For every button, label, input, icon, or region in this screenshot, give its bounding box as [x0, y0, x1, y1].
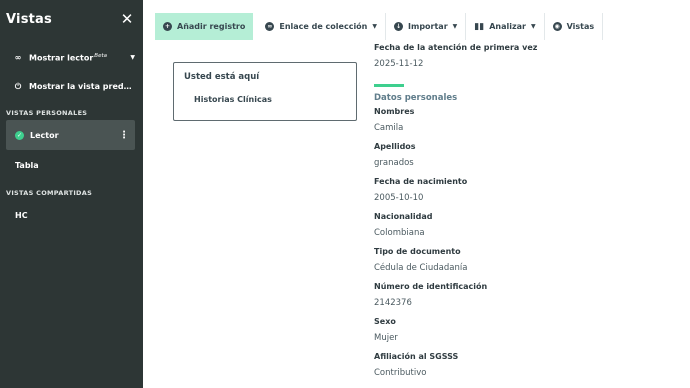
sidebar-header: Vistas ✕ — [0, 0, 143, 38]
collection-link-button[interactable]: ∞ Enlace de colección ▼ — [257, 13, 386, 40]
view-item-label: HC — [15, 210, 28, 220]
field-label: Tipo de documento — [374, 247, 461, 256]
field-label: Número de identificación — [374, 282, 488, 291]
import-button[interactable]: ↓ Importar ▼ — [386, 13, 467, 40]
more-options-icon[interactable]: ⋮ — [119, 130, 129, 141]
field-value: Camila — [374, 123, 404, 133]
breadcrumb-title: Usted está aquí — [184, 72, 260, 82]
link-icon: ∞ — [265, 22, 275, 31]
analyze-label: Analizar — [489, 22, 526, 31]
view-item-hc[interactable]: HC — [0, 200, 143, 230]
add-record-button[interactable]: + Añadir registro — [155, 13, 254, 40]
chevron-down-icon: ▼ — [130, 54, 135, 61]
collection-link-label: Enlace de colección — [279, 22, 368, 31]
field-value: Contributivo — [374, 368, 427, 378]
field-value: 2025-11-12 — [374, 59, 424, 69]
check-circle-icon: ✓ — [15, 130, 24, 140]
show-reader-label: Mostrar lector — [29, 53, 94, 63]
plus-icon: + — [163, 22, 172, 31]
view-item-lector[interactable]: ✓ Lector ⋮ — [6, 120, 135, 150]
section-accent-bar — [374, 84, 404, 87]
infinity-icon: ∞ — [14, 53, 22, 62]
views-label: Vistas — [566, 22, 595, 31]
chevron-down-icon: ▼ — [372, 23, 377, 30]
chevron-down-icon: ▼ — [530, 23, 536, 30]
field-value: 2142376 — [374, 298, 412, 308]
chevron-down-icon: ▼ — [452, 23, 458, 30]
add-record-label: Añadir registro — [177, 22, 246, 31]
field-value: 2005-10-10 — [374, 193, 424, 203]
breadcrumb-item[interactable]: Historias Clínicas — [194, 95, 272, 104]
field-value: granados — [374, 158, 414, 168]
import-icon: ↓ — [394, 22, 403, 31]
beta-badge: Beta — [94, 52, 107, 59]
eye-icon: ◉ — [552, 22, 562, 31]
view-item-label: Lector — [30, 130, 59, 140]
view-item-label: Tabla — [15, 160, 39, 170]
field-value: Mujer — [374, 333, 398, 343]
record-detail: Fecha de la atención de primera vez 2025… — [374, 41, 674, 385]
show-default-view-button[interactable]: ⏻ Mostrar la vista predeterminada — [0, 72, 143, 101]
shared-views-heading: VISTAS COMPARTIDAS — [6, 189, 93, 197]
toolbar: + Añadir registro ∞ Enlace de colección … — [155, 13, 604, 40]
power-icon: ⏻ — [14, 81, 22, 91]
views-sidebar: Vistas ✕ ∞ Mostrar lectorBeta ▼ ⏻ Mostra… — [0, 0, 143, 388]
view-item-tabla[interactable]: Tabla — [0, 150, 143, 180]
import-label: Importar — [408, 22, 448, 31]
field-label: Nombres — [374, 107, 415, 116]
field-label: Fecha de nacimiento — [374, 177, 468, 186]
field-value: Colombiana — [374, 228, 425, 238]
section-title: Datos personales — [374, 93, 458, 103]
bar-chart-icon: ▮▮ — [474, 21, 485, 32]
field-label: Fecha de la atención de primera vez — [374, 43, 538, 52]
analyze-button[interactable]: ▮▮ Analizar ▼ — [466, 13, 545, 40]
breadcrumb: Usted está aquí Historias Clínicas — [173, 62, 357, 121]
field-label: Afiliación al SGSSS — [374, 352, 459, 361]
show-default-view-label: Mostrar la vista predeterminada — [29, 82, 135, 91]
show-reader-button[interactable]: ∞ Mostrar lectorBeta ▼ — [0, 43, 143, 72]
views-button[interactable]: ◉ Vistas — [545, 13, 604, 40]
field-label: Apellidos — [374, 142, 416, 151]
personal-views-heading: VISTAS PERSONALES — [6, 109, 88, 117]
field-label: Sexo — [374, 317, 396, 326]
field-value: Cédula de Ciudadanía — [374, 263, 468, 273]
close-icon[interactable]: ✕ — [119, 10, 135, 28]
field-label: Nacionalidad — [374, 212, 433, 221]
sidebar-title: Vistas — [6, 11, 52, 27]
